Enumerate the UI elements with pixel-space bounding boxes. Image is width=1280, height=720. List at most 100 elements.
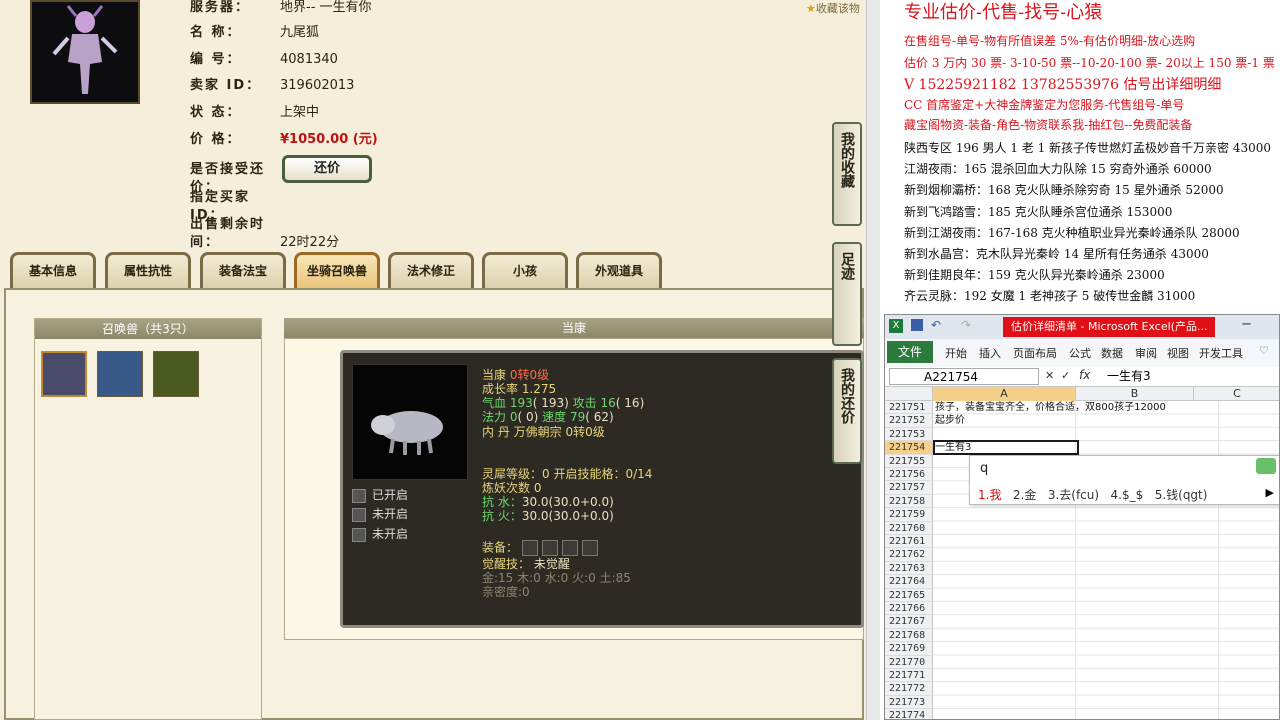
save-icon[interactable]: [911, 319, 923, 331]
counter-offer-button[interactable]: 还价: [282, 155, 372, 183]
pet-resist-fire: 抗 火：30.0(30.0+0.0): [482, 509, 614, 523]
ribbon-tab-developer[interactable]: 开发工具: [1199, 345, 1243, 361]
cancel-icon[interactable]: ✕: [1045, 369, 1054, 382]
excel-title: 估价详细清单 - Microsoft Excel(产品...: [1003, 317, 1215, 337]
info-seller-id: 卖家 ID： 319602013: [190, 78, 355, 93]
pet-thumb-boar[interactable]: [41, 351, 87, 397]
slot-1: 已开启: [352, 486, 408, 504]
my-offers-button[interactable]: 我的还价: [832, 358, 862, 464]
pet-thumb-ice[interactable]: [97, 351, 143, 397]
favorite-link[interactable]: ★收藏该物: [806, 0, 860, 16]
table-row: 221768: [885, 628, 1279, 643]
ad-line-3: V 15225921182 13782553976 估号出详细明细: [904, 77, 1222, 93]
deal-3: 新到烟柳灞桥：168 克火队睡杀除穷奇 15 星外通杀 52000: [904, 183, 1224, 197]
pet-resist-water: 抗 水：30.0(30.0+0.0): [482, 495, 614, 509]
ad-headline: 专业估价-代售-找号-心猿: [904, 2, 1103, 23]
column-c-header[interactable]: C: [1194, 387, 1279, 401]
table-row: 221769: [885, 642, 1279, 656]
help-icon[interactable]: ♡: [1259, 344, 1269, 357]
tab-appearance[interactable]: 外观道具: [576, 252, 662, 288]
column-a-header[interactable]: A: [933, 387, 1076, 401]
ad-line-1: 在售组号-单号-物有所值误差 5%-有估价明细-放心选购: [904, 34, 1196, 48]
pet-name-line: 当康 0转0级: [482, 368, 550, 382]
pet-thumb-green[interactable]: [153, 351, 199, 397]
ribbon-tab-layout[interactable]: 页面布局: [1013, 345, 1057, 361]
file-tab[interactable]: 文件: [887, 341, 933, 363]
pet-equipment: 装备：: [482, 540, 599, 556]
table-row: 221762: [885, 548, 1279, 562]
tab-mounts-pets[interactable]: 坐骑召唤兽: [294, 252, 380, 288]
pet-mp-spd: 法力 0( 0) 速度 79( 62): [482, 410, 614, 424]
active-cell[interactable]: [933, 440, 1079, 455]
table-row: 221759: [885, 508, 1279, 522]
excel-titlebar: X ↶ ↷ 估价详细清单 - Microsoft Excel(产品... −: [885, 315, 1279, 339]
deal-8: 齐云灵脉：192 女魔 1 老神孩子 5 破传世金麟 31000: [904, 289, 1196, 303]
deal-4: 新到飞鸿踏雪：185 克火队睡杀宫位通杀 153000: [904, 205, 1173, 219]
info-buyer-id: 指定买家 ID：: [190, 190, 251, 223]
character-avatar: [30, 0, 140, 104]
redo-icon[interactable]: ↷: [961, 318, 971, 332]
excel-window: X ↶ ↷ 估价详细清单 - Microsoft Excel(产品... − 文…: [884, 314, 1280, 720]
pet-awaken: 觉醒技： 未觉醒: [482, 557, 570, 571]
pet-growth: 成长率 1.275: [482, 382, 557, 396]
vertical-scrollbar[interactable]: [866, 0, 880, 720]
ribbon-tab-data[interactable]: 数据: [1101, 345, 1123, 361]
ime-input: q: [980, 461, 989, 476]
column-headers: A B C: [885, 387, 1279, 401]
table-row: 221770: [885, 655, 1279, 669]
my-favorites-button[interactable]: 我的收藏: [832, 122, 862, 226]
column-b-header[interactable]: B: [1076, 387, 1194, 401]
star-icon: ★: [806, 2, 816, 15]
deal-1: 陕西专区 196 男人 1 老 1 新孩子传世燃灯孟极妙音千万亲密 43000: [904, 141, 1272, 155]
slot-2: 未开启: [352, 505, 408, 523]
pet-elements: 金:15 木:0 水:0 火:0 土:85: [482, 571, 631, 585]
undo-icon[interactable]: ↶: [931, 318, 941, 332]
ribbon-tab-formulas[interactable]: 公式: [1069, 345, 1091, 361]
footprints-button[interactable]: 足迹: [832, 242, 862, 346]
excel-app-icon: X: [889, 319, 903, 333]
ribbon-tab-insert[interactable]: 插入: [979, 345, 1001, 361]
deal-6: 新到水晶宫：克木队异光秦岭 14 星所有任务通杀 43000: [904, 247, 1209, 261]
pet-list: 召唤兽（共3只）: [34, 318, 262, 720]
ribbon-tab-home[interactable]: 开始: [945, 345, 967, 361]
info-name: 名 称： 九尾狐: [190, 25, 320, 40]
name-box[interactable]: A221754: [889, 368, 1039, 385]
info-server: 服务器： 地界-- 一生有你: [190, 0, 372, 15]
pet-lianyao: 炼妖次数 0: [482, 481, 542, 495]
pet-image: [352, 364, 468, 480]
tab-spell[interactable]: 法术修正: [388, 252, 474, 288]
tab-resistance[interactable]: 属性抗性: [105, 252, 191, 288]
ime-candidate-4[interactable]: 4.$_$: [1111, 488, 1144, 502]
table-row: 221763: [885, 561, 1279, 576]
deal-7: 新到佳期良年：159 克火队异光秦岭通杀 23000: [904, 268, 1165, 282]
minimize-icon[interactable]: −: [1241, 317, 1252, 332]
sogou-logo-icon: [1256, 458, 1276, 474]
ime-candidate-2[interactable]: 2.金: [1013, 488, 1036, 502]
table-row: 221752 起步价: [885, 414, 1279, 428]
ime-candidate-5[interactable]: 5.钱(qgt): [1155, 488, 1208, 502]
deal-5: 新到江湖夜雨：167-168 克火种植职业异光秦岭通杀队 28000: [904, 226, 1240, 240]
ime-candidate-1[interactable]: 1.我: [978, 488, 1001, 502]
ime-candidate-window: q 1.我 2.金 3.去(fcu) 4.$_$ 5.钱(qgt) ▶: [969, 455, 1279, 505]
info-id: 编 号： 4081340: [190, 52, 338, 67]
pet-list-title: 召唤兽（共3只）: [35, 319, 261, 339]
pet-inner-dan: 内 丹 万佛朝宗 0转0级: [482, 425, 605, 439]
ribbon-tab-view[interactable]: 视图: [1167, 345, 1189, 361]
table-row: 221771: [885, 669, 1279, 683]
tab-equipment[interactable]: 装备法宝: [200, 252, 286, 288]
slot-3: 未开启: [352, 525, 408, 543]
tab-child[interactable]: 小孩: [482, 252, 568, 288]
fx-icon[interactable]: fx: [1079, 368, 1090, 382]
ad-line-2: 估价 3 万内 30 票- 3-10-50 票--10-20-100 票- 20…: [904, 56, 1280, 70]
table-row: 221773: [885, 695, 1279, 710]
info-time-left: 出售剩余时间： 22时22分: [190, 217, 340, 250]
ribbon-tab-review[interactable]: 审阅: [1135, 345, 1157, 361]
chevron-right-icon[interactable]: ▶: [1266, 486, 1274, 499]
pet-detail-title: 当康: [284, 318, 864, 338]
tab-basic[interactable]: 基本信息: [10, 252, 96, 288]
formula-input[interactable]: 一生有3: [1107, 368, 1151, 384]
select-all-corner[interactable]: [885, 387, 933, 401]
table-row: 221765: [885, 588, 1279, 602]
ime-candidate-3[interactable]: 3.去(fcu): [1048, 488, 1099, 502]
enter-icon[interactable]: ✓: [1061, 369, 1070, 382]
